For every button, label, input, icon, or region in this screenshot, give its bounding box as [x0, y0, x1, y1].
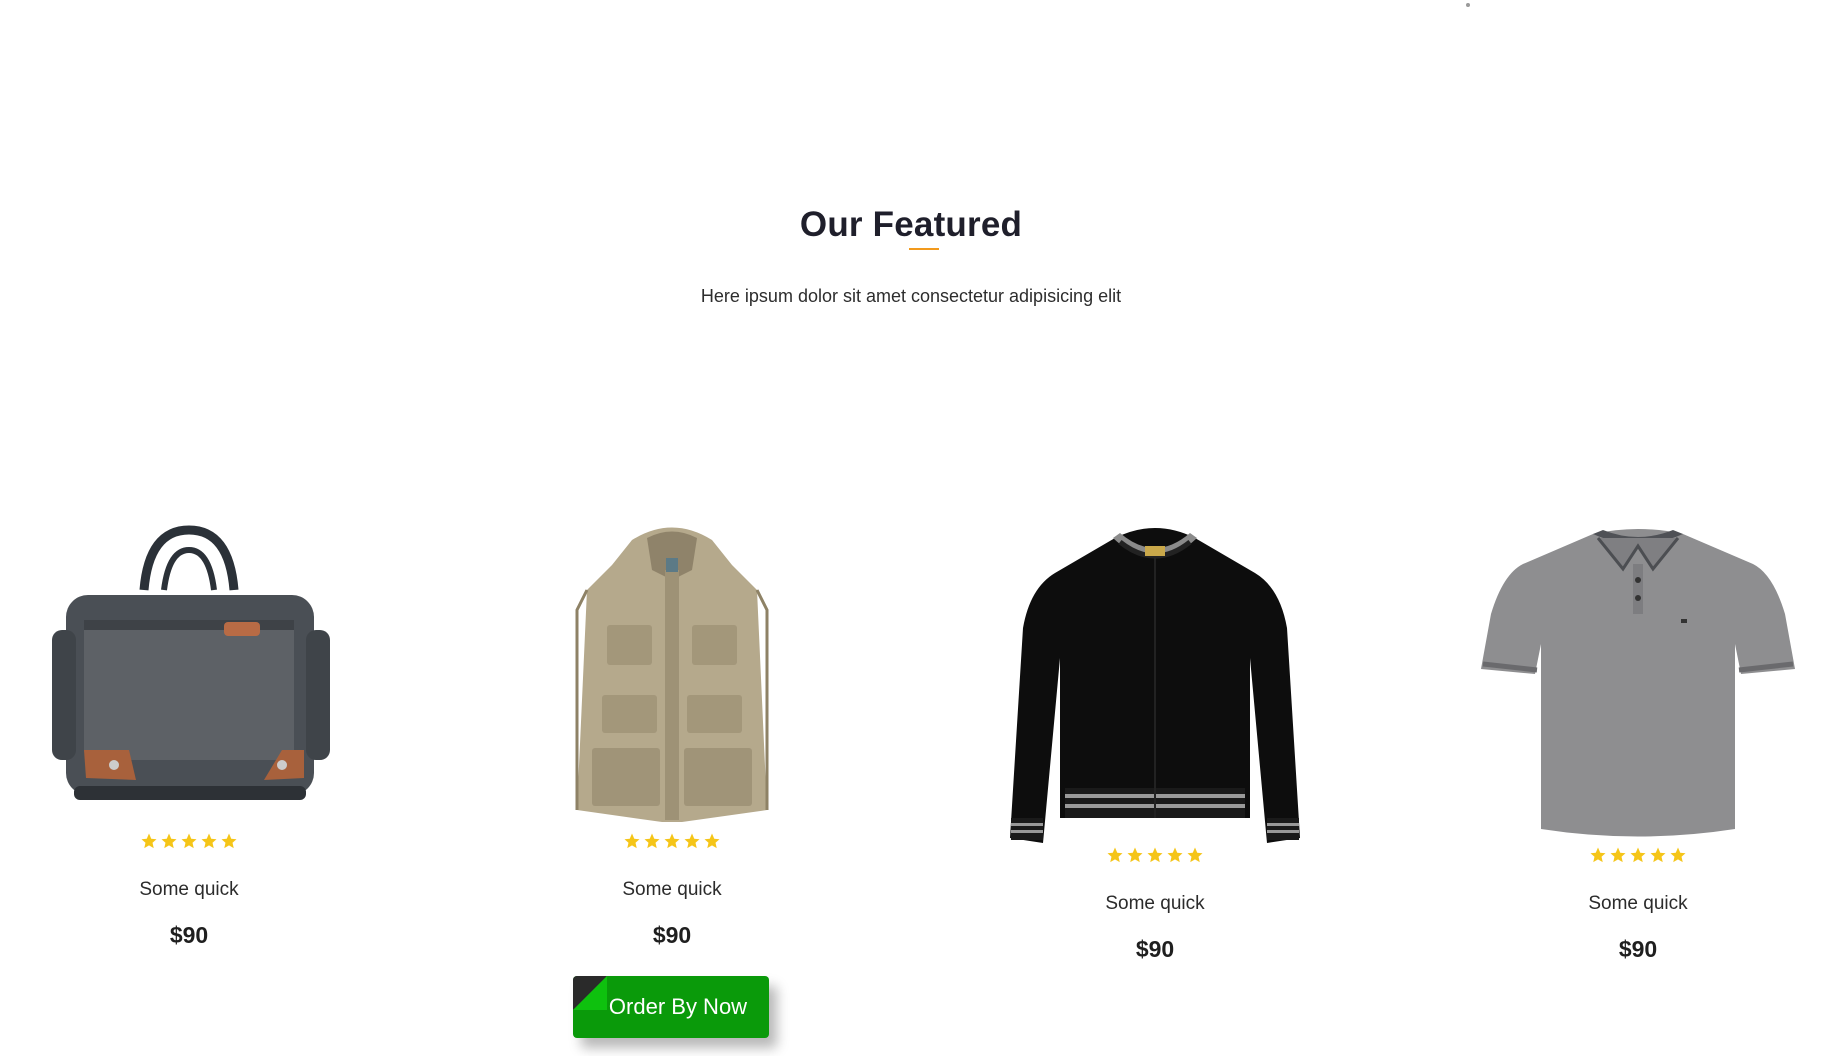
product-name[interactable]: Some quick [945, 892, 1365, 916]
product-price: $90 [652, 922, 692, 948]
featured-section-header: Our Featured Here ipsum dolor sit amet c… [0, 200, 1822, 307]
product-price: $90 [1618, 936, 1658, 962]
product-name[interactable]: Some quick [1428, 892, 1822, 916]
order-now-button[interactable]: Order By Now [573, 976, 769, 1038]
product-price: $90 [1135, 936, 1175, 962]
product-card[interactable]: Some quick $90 [1428, 510, 1822, 962]
product-price: $90 [169, 922, 209, 948]
title-underline [909, 248, 939, 250]
product-name[interactable]: Some quick [0, 878, 399, 902]
product-image-messenger-bag[interactable] [0, 510, 399, 840]
section-subtitle: Here ipsum dolor sit amet consectetur ad… [700, 286, 1122, 306]
order-now-label: Order By Now [608, 994, 748, 1019]
product-card[interactable]: Some quick $90 [945, 510, 1365, 962]
messenger-bag-image [52, 525, 330, 800]
product-image-black-bomber-jacket[interactable] [945, 510, 1365, 854]
khaki-vest-image [575, 527, 769, 822]
product-card[interactable]: Some quick $90 [462, 510, 882, 948]
grey-polo-shirt-image [1481, 529, 1795, 837]
product-card[interactable]: Some quick $90 [0, 510, 399, 948]
black-bomber-jacket-image [1010, 528, 1300, 843]
product-name[interactable]: Some quick [462, 878, 882, 902]
section-title: Our Featured [799, 205, 1023, 244]
product-image-grey-polo-shirt[interactable] [1428, 510, 1822, 854]
decorative-dot [1466, 3, 1470, 7]
product-image-khaki-vest[interactable] [462, 510, 882, 840]
